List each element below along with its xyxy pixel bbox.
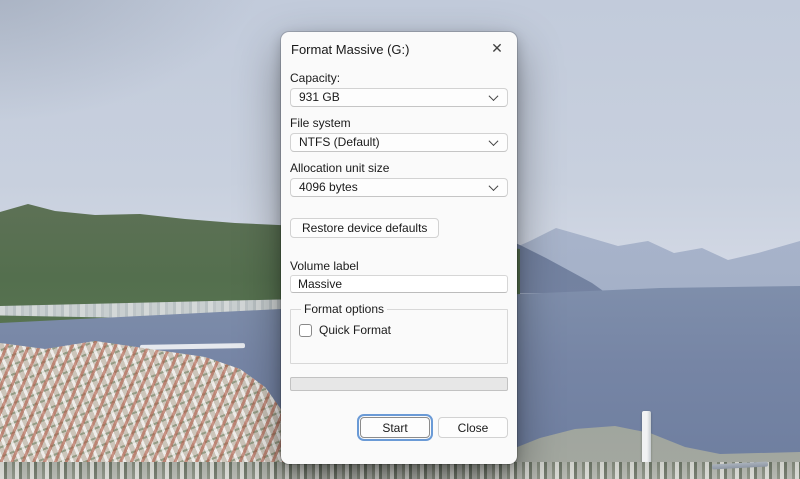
close-button[interactable]: Close [438,417,508,438]
close-icon: ✕ [491,41,503,57]
chevron-down-icon [489,181,499,191]
dialog-title: Format Massive (G:) [291,42,483,57]
dialog-content: Capacity: 931 GB File system NTFS (Defau… [281,71,517,438]
allocation-combobox[interactable]: 4096 bytes [290,178,508,197]
dialog-close-button[interactable]: ✕ [483,38,511,60]
wallpaper-waterfront [0,462,800,479]
dialog-titlebar: Format Massive (G:) ✕ [281,32,517,62]
quick-format-label: Quick Format [319,323,391,337]
chevron-down-icon [489,91,499,101]
file-system-value: NTFS (Default) [299,134,490,151]
chevron-down-icon [489,136,499,146]
quick-format-checkbox[interactable] [299,324,312,337]
capacity-value: 931 GB [299,89,490,106]
capacity-label: Capacity: [290,71,508,85]
format-dialog: Format Massive (G:) ✕ Capacity: 931 GB F… [281,32,517,464]
format-progress-bar [290,377,508,391]
wallpaper-tower [642,411,651,464]
quick-format-row: Quick Format [299,323,499,337]
capacity-combobox[interactable]: 931 GB [290,88,508,107]
file-system-combobox[interactable]: NTFS (Default) [290,133,508,152]
file-system-label: File system [290,116,508,130]
allocation-label: Allocation unit size [290,161,508,175]
allocation-value: 4096 bytes [299,179,490,196]
format-options-legend: Format options [301,302,387,316]
volume-label-input[interactable] [290,275,508,293]
desktop: Format Massive (G:) ✕ Capacity: 931 GB F… [0,0,800,479]
start-button[interactable]: Start [360,417,430,438]
format-options-group: Format options Quick Format [290,302,508,364]
dialog-buttons: Start Close [290,417,508,438]
restore-defaults-button[interactable]: Restore device defaults [290,218,439,238]
volume-label: Volume label [290,259,508,273]
